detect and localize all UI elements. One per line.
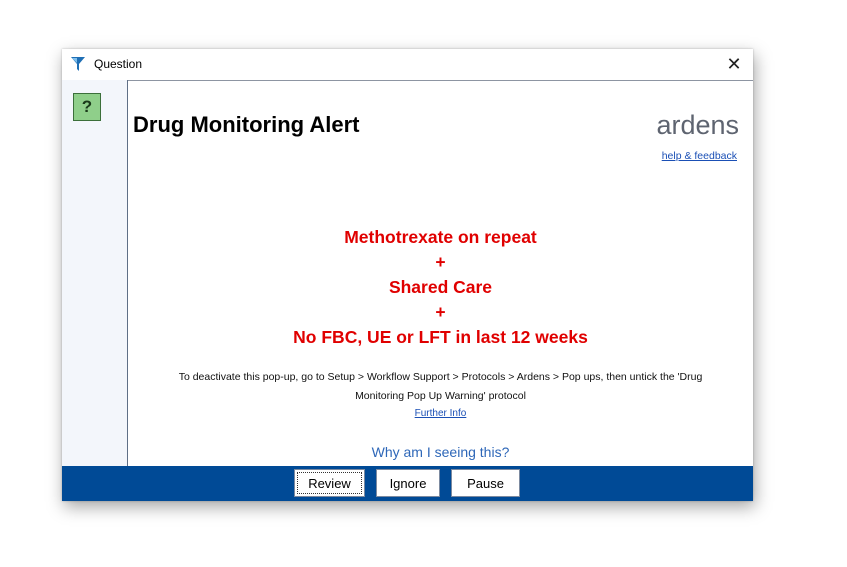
alert-line-drug: Methotrexate on repeat	[344, 227, 537, 247]
button-bar: Review Ignore Pause	[62, 466, 753, 501]
help-feedback-link[interactable]: help & feedback	[662, 150, 737, 162]
alert-line-shared-care: Shared Care	[388, 277, 493, 297]
title-bar: Question ✕	[62, 49, 753, 80]
review-button[interactable]: Review	[294, 469, 365, 497]
ardens-logo: ardens	[656, 110, 739, 140]
pause-button[interactable]: Pause	[451, 469, 520, 497]
question-dialog: Question ✕ ? Drug Monitoring Alert arden…	[62, 49, 753, 501]
ignore-button[interactable]: Ignore	[376, 469, 440, 497]
window-title: Question	[94, 57, 143, 71]
instructions-line-1: To deactivate this pop-up, go to Setup >…	[178, 371, 703, 383]
funnel-icon	[71, 57, 85, 71]
close-icon[interactable]: ✕	[721, 52, 747, 76]
alert-content: Drug Monitoring Alert ardens help & feed…	[128, 80, 753, 467]
question-mark-icon[interactable]: ?	[73, 93, 101, 121]
instructions-line-2: Monitoring Pop Up Warning' protocol	[355, 390, 526, 402]
left-pane: ?	[62, 80, 128, 466]
alert-line-plus: +	[435, 252, 446, 272]
further-info-link[interactable]: Further Info	[128, 408, 753, 419]
page-title: Drug Monitoring Alert	[133, 112, 360, 137]
alert-line-monitoring: No FBC, UE or LFT in last 12 weeks	[293, 327, 588, 347]
why-seeing-this-link[interactable]: Why am I seeing this?	[128, 444, 753, 460]
alert-line-plus: +	[435, 302, 446, 322]
deactivate-instructions: To deactivate this pop-up, go to Setup >…	[148, 368, 733, 406]
